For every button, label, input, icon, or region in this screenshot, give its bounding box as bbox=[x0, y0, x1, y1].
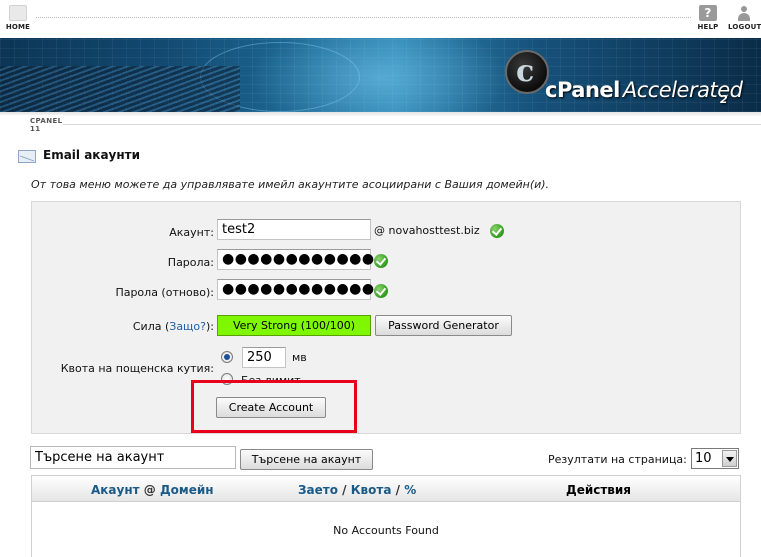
why-link[interactable]: Защо? bbox=[169, 320, 206, 333]
col-account-domain[interactable]: Акаунт @ Домейн bbox=[91, 483, 214, 497]
per-page-label: Резултати на страница: bbox=[548, 453, 687, 466]
per-page-select[interactable]: 10 bbox=[691, 448, 739, 469]
quota-label: Квота на пощенска кутия: bbox=[60, 362, 214, 375]
chevron-down-icon[interactable] bbox=[722, 450, 737, 467]
top-nav: HOME ? HELP LOGOUT bbox=[0, 0, 761, 38]
password-label: Парола: bbox=[167, 256, 214, 269]
highlight-box bbox=[191, 380, 357, 433]
help-label: HELP bbox=[697, 23, 719, 31]
check-icon bbox=[374, 254, 388, 268]
empty-message: No Accounts Found bbox=[333, 524, 439, 537]
search-button[interactable]: Търсене на акаунт bbox=[240, 449, 373, 470]
home-label: HOME bbox=[5, 23, 31, 31]
home-icon bbox=[9, 5, 27, 21]
nav-divider bbox=[36, 17, 691, 18]
check-icon bbox=[374, 284, 388, 298]
help-link[interactable]: ? HELP bbox=[696, 5, 720, 31]
password-again-label: Парола (отново): bbox=[115, 286, 214, 299]
cables-graphic bbox=[0, 66, 240, 112]
envelope-icon bbox=[18, 150, 36, 163]
version-bar: CPANEL 11 bbox=[0, 112, 761, 133]
home-link[interactable]: HOME bbox=[4, 5, 32, 31]
password-strength-meter: Very Strong (100/100) bbox=[217, 315, 371, 336]
password-again-input[interactable]: ●●●●●●●●●●●● bbox=[217, 279, 374, 300]
account-input[interactable]: test2 bbox=[217, 219, 371, 240]
logout-label: LOGOUT bbox=[728, 23, 761, 31]
search-input[interactable]: Търсене на акаунт bbox=[30, 446, 236, 469]
quota-unit: мв bbox=[292, 351, 307, 364]
version-label: CPANEL 11 bbox=[30, 117, 63, 133]
password-input[interactable]: ●●●●●●●●●●●● bbox=[217, 249, 374, 270]
quota-input[interactable]: 250 bbox=[242, 347, 286, 368]
quota-limited-radio[interactable] bbox=[221, 351, 233, 363]
col-usage[interactable]: Заето / Квота / % bbox=[298, 483, 416, 497]
help-icon: ? bbox=[699, 5, 717, 21]
domain-label: @ novahosttest.biz bbox=[374, 224, 480, 237]
cpanel-logo-version: 2 bbox=[720, 93, 728, 106]
check-icon bbox=[490, 224, 504, 238]
col-actions: Действия bbox=[566, 483, 632, 497]
page-title: Email акаунти bbox=[43, 148, 141, 162]
cpanel-logo-text: cPanel Accelerated bbox=[545, 78, 743, 102]
password-generator-button[interactable]: Password Generator bbox=[375, 315, 512, 336]
strength-label: Сила (Защо?): bbox=[132, 320, 214, 333]
user-icon bbox=[735, 5, 753, 21]
page-intro: От това меню можете да управлявате имейл… bbox=[31, 178, 550, 191]
account-label: Акаунт: bbox=[169, 226, 214, 239]
table-header: Акаунт @ Домейн Заето / Квота / % Действ… bbox=[32, 476, 740, 502]
cpanel-logo-icon: c bbox=[505, 50, 549, 94]
accounts-table: Акаунт @ Домейн Заето / Квота / % Действ… bbox=[31, 475, 741, 557]
logout-link[interactable]: LOGOUT bbox=[728, 5, 761, 31]
